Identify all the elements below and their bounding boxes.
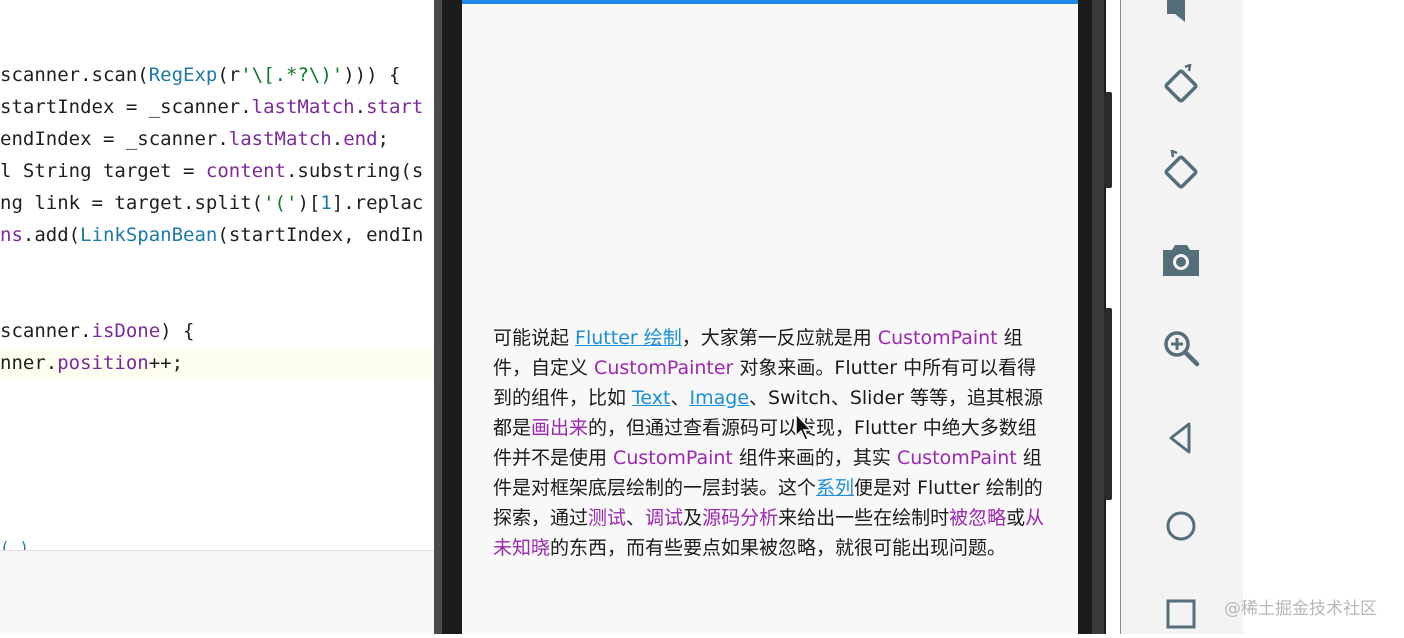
article-link[interactable]: Text (632, 387, 670, 409)
article-highlight: CustomPaint (896, 447, 1017, 469)
code-token: (r (217, 64, 241, 86)
phone-bezel-left (434, 0, 442, 634)
code-token: 1 (320, 192, 332, 214)
code-token: (startIndex, endIn (217, 224, 424, 246)
phone-side-button (1104, 308, 1112, 500)
code-token: . (331, 128, 344, 150)
code-token: position (57, 352, 149, 374)
article-text: 的东西，而有些要点如果被忽略，就很可能出现问题。 (550, 537, 1007, 559)
code-token: ; (377, 128, 389, 150)
code-line: ng link = target.split('(')[1].replac (0, 187, 423, 219)
code-token: ) { (160, 320, 195, 342)
watermark-text: @稀土掘金技术社区 (1224, 599, 1377, 619)
code-line: startIndex = _scanner.lastMatch.start (0, 91, 423, 123)
article-highlight: 源码分析 (702, 507, 779, 529)
article-text: 、 (626, 507, 646, 529)
code-token: lastMatch (228, 128, 332, 150)
article-text: ，大家第一反应就是用 (681, 327, 878, 349)
article-highlight: 调试 (645, 507, 684, 529)
code-token: endIndex = _scanner. (0, 128, 229, 150)
article-text: 组件来画的，其实 (732, 447, 897, 469)
code-token: isDone (91, 320, 161, 342)
home-icon[interactable] (1157, 502, 1205, 550)
code-token: start (366, 96, 424, 118)
article-highlight: CustomPaint (613, 447, 733, 469)
code-token: scanner. (0, 320, 92, 342)
article-text: 来给出一些在绘制时 (778, 507, 950, 529)
code-token: '\[.*?\)' (240, 64, 344, 86)
code-token: RegExp (148, 64, 218, 86)
rotate-left-icon[interactable] (1157, 62, 1205, 110)
article-text: 或 (1006, 507, 1026, 529)
code-token: '(' (263, 192, 298, 214)
code-token: content (205, 160, 286, 182)
camera-icon[interactable] (1157, 236, 1205, 284)
code-token: ++; (148, 352, 184, 374)
code-token: ns (0, 224, 23, 246)
article-link[interactable]: Image (690, 387, 750, 409)
code-token: .add( (22, 224, 81, 246)
article-highlight: 测试 (588, 507, 627, 529)
phone-screen[interactable]: 可能说起 Flutter 绘制，大家第一反应就是用 CustomPaint 组件… (462, 0, 1078, 634)
article-highlight: CustomPainter (594, 357, 734, 379)
code-line: ns.add(LinkSpanBean(startIndex, endIn (0, 219, 423, 251)
article-text: 、 (670, 387, 690, 409)
article-text: 可能说起 (493, 327, 576, 349)
code-line: scanner.isDone) { (0, 315, 194, 347)
code-line: scanner.scan(RegExp(r'\[.*?\)'))) { (0, 59, 400, 91)
code-token: ng link = target.split( (0, 192, 264, 214)
mouse-cursor-icon (795, 412, 813, 441)
code-line: l String target = content.substring(s (0, 155, 423, 187)
article-link[interactable]: 系列 (816, 477, 854, 499)
right-gutter (1243, 0, 1404, 634)
editor-status-bar (0, 606, 450, 634)
code-token: ))) { (343, 64, 401, 86)
article-highlight: 画出来 (531, 417, 589, 439)
zoom-icon[interactable] (1157, 324, 1205, 372)
code-token: ].replac (331, 192, 424, 214)
phone-bezel-right (1092, 0, 1104, 634)
phone-side-button (1104, 92, 1112, 188)
app-bar (462, 0, 1078, 4)
article-paragraph: 可能说起 Flutter 绘制，大家第一反应就是用 CustomPaint 组件… (493, 323, 1053, 563)
code-token: nner. (0, 352, 58, 374)
code-token: lastMatch (251, 96, 355, 118)
code-line: endIndex = _scanner.lastMatch.end; (0, 123, 389, 155)
code-token: end (343, 128, 378, 150)
emulator-toolbar (1120, 0, 1244, 634)
code-token: l String target = (0, 160, 206, 182)
code-token: startIndex = _scanner. (0, 96, 252, 118)
code-line: nner.position++; (0, 347, 183, 379)
code-token: scanner.scan( (0, 64, 149, 86)
article-text: 及 (683, 507, 703, 529)
overview-icon[interactable] (1157, 590, 1205, 638)
code-token: .substring(s (285, 160, 424, 182)
volume-down-icon[interactable] (1157, 0, 1205, 30)
code-token: . (354, 96, 367, 118)
article-highlight: 被忽略 (949, 507, 1007, 529)
article-link[interactable]: Flutter 绘制 (575, 327, 682, 349)
rotate-right-icon[interactable] (1157, 148, 1205, 196)
back-icon[interactable] (1157, 414, 1205, 462)
article-highlight: CustomPaint (877, 327, 998, 349)
code-token: )[ (297, 192, 321, 214)
code-editor[interactable]: scanner.scan(RegExp(r'\[.*?\)'))) {start… (0, 0, 450, 634)
code-token: LinkSpanBean (80, 224, 218, 246)
editor-bottom-panel (0, 550, 450, 608)
